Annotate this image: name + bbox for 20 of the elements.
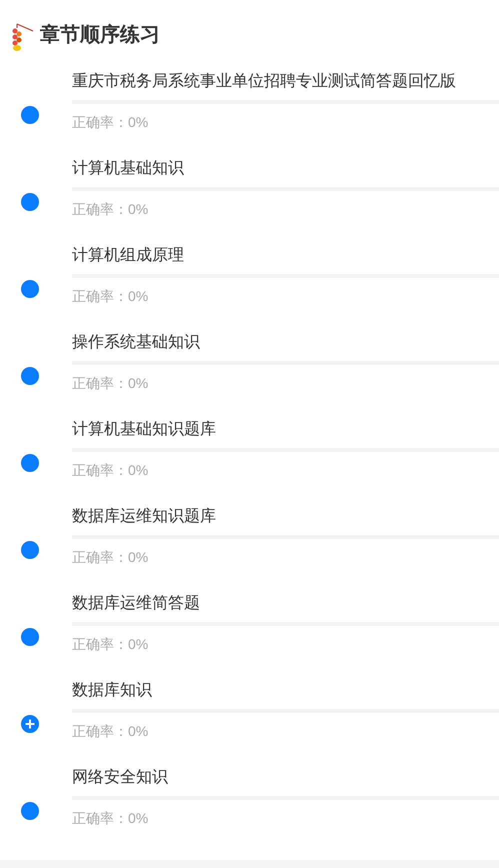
page-title: 章节顺序练习 <box>40 22 160 48</box>
chapter-title[interactable]: 计算机组成原理 <box>72 244 499 268</box>
expand-icon[interactable] <box>21 714 39 732</box>
chapter-title[interactable]: 重庆市税务局系统事业单位招聘专业测试简答题回忆版 <box>72 70 499 94</box>
chapter-title[interactable]: 计算机基础知识 <box>72 157 499 181</box>
chapter-title[interactable]: 数据库运维知识题库 <box>72 505 499 529</box>
accuracy-text: 正确率：0% <box>72 113 148 132</box>
chapter-title[interactable]: 计算机基础知识题库 <box>72 418 499 442</box>
chapter-title[interactable]: 数据库知识 <box>72 679 499 703</box>
accuracy-text: 正确率：0% <box>72 548 148 567</box>
accuracy-text: 正确率：0% <box>72 635 148 654</box>
chapter-title[interactable]: 数据库运维简答题 <box>72 592 499 616</box>
accuracy-text: 正确率：0% <box>72 287 148 306</box>
accuracy-text: 正确率：0% <box>72 461 148 480</box>
accuracy-text: 正确率：0% <box>72 722 148 741</box>
chapter-title[interactable]: 操作系统基础知识 <box>72 331 499 355</box>
chapter-title[interactable]: 网络安全知识 <box>72 766 499 790</box>
accuracy-text: 正确率：0% <box>72 374 148 393</box>
accuracy-text: 正确率：0% <box>72 809 148 828</box>
accuracy-text: 正确率：0% <box>72 200 148 219</box>
